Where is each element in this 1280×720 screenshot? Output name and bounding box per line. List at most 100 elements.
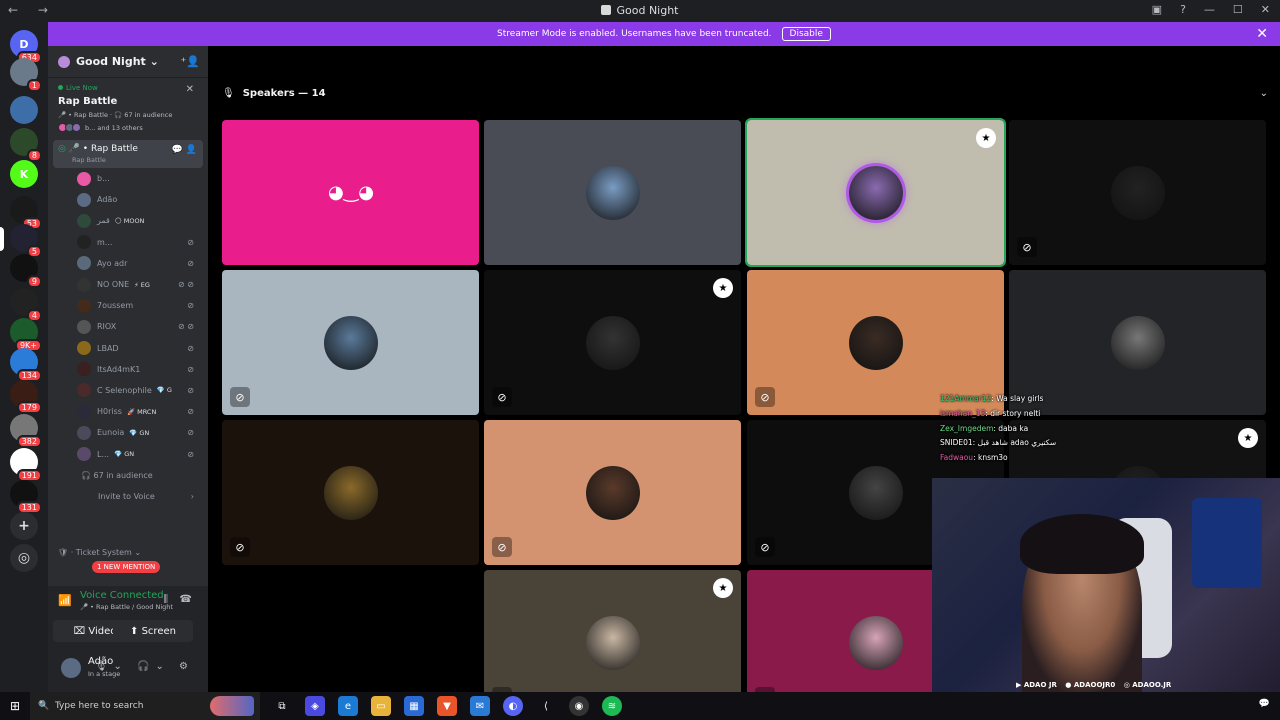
server-icon[interactable]: 9K+ (10, 318, 42, 352)
add-server-icon[interactable]: + (10, 512, 38, 540)
avatar[interactable] (61, 658, 81, 678)
user-controls[interactable]: 🎙⌄ 🎧⌄ ⚙ (95, 661, 194, 672)
server-icon[interactable]: K (10, 160, 38, 188)
speaker-tile[interactable]: ⊘ (484, 420, 741, 565)
task-view-icon[interactable]: ⧉ (272, 696, 292, 716)
server-icon[interactable] (10, 96, 38, 124)
audience-row[interactable]: 🎧 67 in audience (48, 465, 208, 486)
brave-icon[interactable]: ▼ (437, 696, 457, 716)
speaker-tile[interactable]: ⊘ (222, 420, 479, 565)
server-tag: 💎 G (156, 386, 172, 395)
server-icon[interactable]: 191 (10, 448, 42, 482)
stage-user-row[interactable]: Adão (48, 189, 208, 210)
copilot-icon[interactable]: ◈ (305, 696, 325, 716)
disconnect-icon[interactable]: ☎ (180, 594, 192, 605)
server-icon[interactable]: 9 (10, 254, 42, 288)
server-header[interactable]: Good Night ⌄ ⁺👤 (48, 46, 208, 78)
stage-user-row[interactable]: b... (48, 168, 208, 189)
server-icon[interactable]: 131 (10, 480, 42, 514)
avatar (77, 319, 91, 334)
stage-user-row[interactable]: 7oussem ⊘ (48, 295, 208, 316)
spotify-icon[interactable]: ≋ (602, 696, 622, 716)
stage-title[interactable]: Rap Battle (48, 92, 208, 107)
user-name: قمر (97, 216, 110, 226)
server-icon[interactable]: 179 (10, 380, 42, 414)
capcut-icon[interactable]: ⟨ (536, 696, 556, 716)
category-label: Ticket System (75, 548, 132, 557)
close-window-button[interactable]: ✕ (1261, 3, 1270, 16)
server-list: D 634 1 8 K 53 5 9 4 9K+ 134 179 382 191 131 + ◎ (0, 22, 48, 692)
speaker-avatar (849, 616, 903, 670)
speaker-tile[interactable]: ◕‿◕ (222, 120, 479, 265)
inbox-icon[interactable]: ▣ (1152, 3, 1162, 16)
voice-status[interactable]: Voice Connected (80, 590, 164, 601)
server-icon[interactable]: 5 (10, 224, 42, 258)
file-explorer-icon[interactable]: ▭ (371, 696, 391, 716)
stage-user-row[interactable]: قمر 🌕 MOON (48, 210, 208, 231)
chat-username: 121Ammar12 (940, 394, 992, 403)
stage-user-row[interactable]: LBAD ⊘ (48, 338, 208, 359)
muted-mic-icon: ⊘ ⊘ (178, 280, 194, 290)
system-tray[interactable]: 💬 (1259, 699, 1270, 709)
stage-user-row[interactable]: m... ⊘ (48, 232, 208, 253)
close-banner-icon[interactable]: ✕ (1256, 26, 1268, 42)
channel-rap-battle[interactable]: ◎ 🎤 • Rap Battle Rap Battle 💬 👤 (53, 140, 203, 168)
handle-instagram: ◎ ADAOO.JR (1123, 681, 1172, 689)
banner-message: Streamer Mode is enabled. Usernames have… (497, 29, 772, 39)
stage-user-row[interactable]: Eunoia 💎 GN ⊘ (48, 422, 208, 443)
disable-streamer-mode-button[interactable]: Disable (781, 27, 831, 41)
stage-user-row[interactable]: RIOX ⊘ ⊘ (48, 316, 208, 337)
muted-mic-icon: ⊘ (187, 301, 194, 311)
stage-user-row[interactable]: NO ONE ⚡ EG ⊘ ⊘ (48, 274, 208, 295)
minimize-button[interactable]: — (1204, 3, 1215, 16)
mini-avatar (72, 123, 81, 132)
server-icon[interactable]: 53 (10, 196, 42, 230)
muted-mic-icon: ⊘ (1017, 237, 1037, 257)
muted-mic-icon: ⊘ (492, 537, 512, 557)
handle-youtube: ▶ ADAO JR (1016, 681, 1057, 689)
close-live-icon[interactable]: ✕ (186, 84, 194, 95)
invite-people-icon[interactable]: ⁺👤 (180, 55, 200, 68)
speaker-tile[interactable]: ⊘★ (484, 270, 741, 415)
stage-user-row[interactable]: C Selenophile 💎 G ⊘ (48, 380, 208, 401)
noise-suppression-icon[interactable]: ⫼ (163, 594, 168, 605)
server-icon[interactable]: 4 (10, 288, 42, 322)
stage-moderator-icon: ★ (1238, 428, 1258, 448)
help-icon[interactable]: ? (1180, 3, 1186, 16)
server-name: Good Night (76, 55, 146, 68)
speaker-tile[interactable]: ⊘ (222, 270, 479, 415)
discover-icon[interactable]: ◎ (10, 544, 38, 572)
windows-start-icon[interactable]: ⊞ (0, 699, 30, 713)
stage-user-row[interactable]: H0riss 🚀 MRCN ⊘ (48, 401, 208, 422)
stage-user-row[interactable]: Ayo adr ⊘ (48, 253, 208, 274)
speaker-tile[interactable]: ⊘ (1009, 120, 1266, 265)
collapse-chevron-icon[interactable]: ⌄ (1260, 88, 1268, 99)
server-icon[interactable]: D 634 (10, 30, 42, 64)
server-icon[interactable]: 8 (10, 128, 42, 162)
stage-user-row[interactable]: L... 💎 GN ⊘ (48, 443, 208, 464)
new-mention-badge[interactable]: 1 NEW MENTION (92, 561, 161, 573)
chat-text: : شاهد قبل adao سكتيري (972, 438, 1057, 448)
chat-message: Fadwaou: knsm3o (940, 451, 1056, 466)
store-icon[interactable]: ▦ (404, 696, 424, 716)
obs-icon[interactable]: ◉ (569, 696, 589, 716)
speaker-tile[interactable]: ★ (745, 118, 1006, 267)
speaker-tile[interactable] (484, 120, 741, 265)
invite-to-voice[interactable]: Invite to Voice › (48, 486, 208, 507)
discover-icon-glyph: ◎ (10, 544, 38, 572)
live-now: Live Now ✕ (48, 78, 208, 95)
discord-icon[interactable]: ◐ (503, 696, 523, 716)
taskbar-search[interactable]: 🔍 Type here to search (30, 692, 260, 720)
edge-icon[interactable]: e (338, 696, 358, 716)
mail-icon[interactable]: ✉ (470, 696, 490, 716)
maximize-button[interactable]: ☐ (1233, 3, 1243, 16)
category-ticket-system[interactable]: 🛡 · Ticket System ⌄ (58, 548, 141, 557)
unread-badge: 382 (16, 435, 42, 448)
server-icon[interactable]: 1 (10, 58, 42, 92)
screen-button[interactable]: ⬆ Screen (113, 620, 193, 642)
server-icon[interactable]: 134 (10, 348, 42, 382)
server-icon[interactable]: 382 (10, 414, 42, 448)
stage-user-row[interactable]: ItsAd4mK1 ⊘ (48, 359, 208, 380)
search-icon: 🔍 (38, 701, 55, 711)
channel-actions-icon[interactable]: 💬 👤 (172, 145, 197, 155)
